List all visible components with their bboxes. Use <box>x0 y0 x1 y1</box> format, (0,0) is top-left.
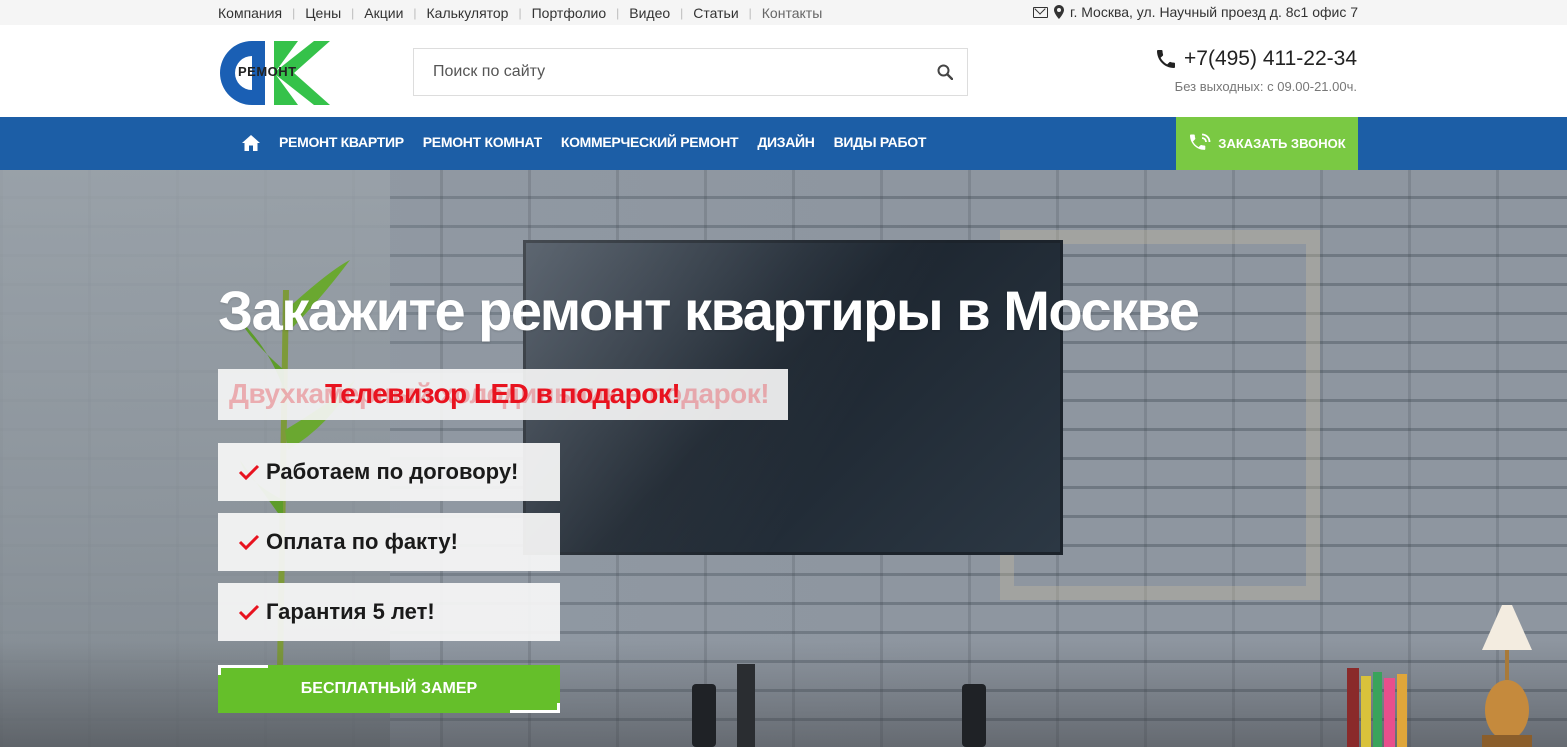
free-measurement-label: БЕСПЛАТНЫЙ ЗАМЕР <box>300 680 478 697</box>
divider: | <box>616 6 620 20</box>
check-icon <box>238 604 260 621</box>
button-corner <box>557 703 560 713</box>
divider: | <box>292 6 296 20</box>
logo-text: РЕМОНТ <box>238 64 297 79</box>
nav-item-apartment-renovation[interactable]: РЕМОНТ КВАРТИР <box>279 134 404 150</box>
top-nav-portfolio[interactable]: Портфолио <box>532 5 607 21</box>
check-icon <box>238 464 260 481</box>
speaker-right <box>962 684 986 747</box>
divider: | <box>680 6 684 20</box>
speaker-left <box>692 684 716 747</box>
header: РЕМОНТ +7(495) 411-22-34 Без выходных: с… <box>0 25 1567 117</box>
promo-banner: Двухкамерный холодильник в подарок! Теле… <box>218 369 788 420</box>
search-box <box>413 48 968 96</box>
top-nav-prices[interactable]: Цены <box>305 5 341 21</box>
nav-item-commercial-renovation[interactable]: КОММЕРЧЕСКИЙ РЕМОНТ <box>561 134 739 150</box>
nav-item-work-types[interactable]: ВИДЫ РАБОТ <box>834 134 927 150</box>
feature-text: Гарантия 5 лет! <box>266 599 435 624</box>
top-nav-articles[interactable]: Статьи <box>693 5 738 21</box>
lamp-image <box>1482 605 1532 747</box>
logo[interactable]: РЕМОНТ <box>218 38 330 108</box>
feature-text: Оплата по факту! <box>266 529 458 554</box>
mail-icon[interactable] <box>1033 6 1049 18</box>
divider: | <box>413 6 417 20</box>
feature-item-payment: Оплата по факту! <box>218 513 560 571</box>
callback-button[interactable]: ЗАКАЗАТЬ ЗВОНОК <box>1176 117 1358 170</box>
top-nav-calculator[interactable]: Калькулятор <box>427 5 509 21</box>
feature-text: Работаем по договору! <box>266 459 519 484</box>
address-text: г. Москва, ул. Научный проезд д. 8с1 офи… <box>1070 4 1358 20</box>
button-corner <box>218 665 221 675</box>
feature-item-contract: Работаем по договору! <box>218 443 560 501</box>
top-nav: Компания | Цены | Акции | Калькулятор | … <box>218 5 822 21</box>
search-input[interactable] <box>414 49 914 95</box>
nav-item-room-renovation[interactable]: РЕМОНТ КОМНАТ <box>423 134 542 150</box>
map-pin-icon <box>1054 5 1065 19</box>
working-hours: Без выходных: с 09.00-21.00ч. <box>1174 79 1357 94</box>
phone-number[interactable]: +7(495) 411-22-34 <box>1184 47 1357 71</box>
top-nav-contacts[interactable]: Контакты <box>762 5 822 21</box>
phone-icon <box>1157 50 1176 68</box>
feature-item-warranty: Гарантия 5 лет! <box>218 583 560 641</box>
hero-title: Закажите ремонт квартиры в Москве <box>218 279 1200 342</box>
button-corner <box>218 665 268 668</box>
home-icon[interactable] <box>241 134 261 152</box>
top-nav-video[interactable]: Видео <box>629 5 670 21</box>
check-icon <box>238 534 260 551</box>
nav-item-design[interactable]: ДИЗАЙН <box>757 134 815 150</box>
books-image <box>1347 668 1407 747</box>
search-icon[interactable] <box>937 64 953 80</box>
divider: | <box>518 6 522 20</box>
button-corner <box>510 710 560 713</box>
promo-text: Телевизор LED в подарок! <box>325 378 681 409</box>
phone-block: +7(495) 411-22-34 <box>1154 47 1357 71</box>
top-nav-promos[interactable]: Акции <box>364 5 403 21</box>
divider: | <box>351 6 355 20</box>
callback-label: ЗАКАЗАТЬ ЗВОНОК <box>1218 136 1346 151</box>
contact-info: г. Москва, ул. Научный проезд д. 8с1 офи… <box>1033 4 1358 20</box>
top-nav-company[interactable]: Компания <box>218 5 282 21</box>
free-measurement-button[interactable]: БЕСПЛАТНЫЙ ЗАМЕР <box>218 665 560 713</box>
speaker-center <box>737 664 755 747</box>
phone-ring-icon <box>1190 133 1211 150</box>
divider: | <box>748 6 752 20</box>
top-bar: Компания | Цены | Акции | Калькулятор | … <box>0 0 1567 25</box>
main-nav-items: РЕМОНТ КВАРТИР РЕМОНТ КОМНАТ КОММЕРЧЕСКИ… <box>279 134 926 150</box>
